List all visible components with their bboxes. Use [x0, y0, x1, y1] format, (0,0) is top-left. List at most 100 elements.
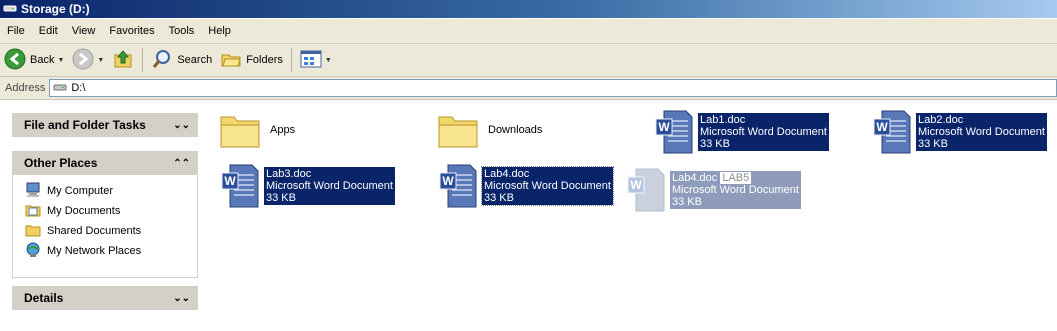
- file-view: Apps Downloads W Lab1.doc Microsoft Word…: [210, 100, 1057, 331]
- place-my-computer[interactable]: My Computer: [13, 181, 197, 201]
- file-name: Lab3.doc: [266, 168, 312, 180]
- file-name: Downloads: [488, 124, 543, 136]
- drive-icon: [3, 2, 17, 16]
- toolbar-separator: [142, 48, 144, 72]
- search-label: Search: [177, 54, 213, 66]
- place-label: Shared Documents: [47, 225, 142, 237]
- svg-text:W: W: [224, 174, 236, 188]
- word-document-icon: W: [650, 108, 698, 156]
- folders-icon: [220, 48, 242, 73]
- file-type: Microsoft Word Document: [266, 180, 393, 192]
- other-places-header[interactable]: Other Places ⌃⌃: [12, 151, 198, 175]
- drive-icon: [53, 82, 67, 95]
- file-size: 33 KB: [266, 192, 296, 204]
- menu-help[interactable]: Help: [201, 25, 238, 37]
- word-document-icon: W: [868, 108, 916, 156]
- file-item-downloads[interactable]: Downloads: [434, 106, 542, 154]
- expand-chevron-icon[interactable]: ⌄⌄: [173, 120, 190, 131]
- file-name: Lab4.doc: [484, 168, 530, 180]
- my-computer-icon: [25, 182, 41, 201]
- network-places-icon: [25, 242, 41, 261]
- up-folder-icon: [112, 48, 134, 73]
- back-arrow-icon: [4, 48, 26, 73]
- word-document-icon: W: [434, 162, 482, 210]
- up-button[interactable]: [108, 46, 138, 74]
- address-input[interactable]: D:\: [49, 79, 1057, 97]
- file-type: Microsoft Word Document: [918, 126, 1045, 138]
- search-button[interactable]: Search: [147, 46, 216, 74]
- place-label: My Network Places: [47, 245, 142, 257]
- file-type: Microsoft Word Document: [700, 126, 827, 138]
- file-name: Lab2.doc: [918, 114, 964, 126]
- menu-file[interactable]: File: [0, 25, 32, 37]
- file-item-lab2[interactable]: W Lab2.doc Microsoft Word Document 33 KB: [868, 108, 1047, 156]
- drag-ghost-item: W Lab4.doc LAB5 Microsoft Word Document …: [622, 166, 801, 214]
- file-caption: Lab3.doc Microsoft Word Document 33 KB: [264, 167, 395, 205]
- file-item-lab4[interactable]: W Lab4.doc Microsoft Word Document 33 KB: [434, 162, 614, 210]
- address-label: Address: [5, 82, 46, 94]
- forward-arrow-icon: [72, 48, 94, 73]
- title-bar[interactable]: Storage (D:): [0, 0, 1057, 18]
- menu-view[interactable]: View: [65, 25, 103, 37]
- menu-edit[interactable]: Edit: [32, 25, 65, 37]
- folder-icon: [434, 106, 482, 154]
- file-name: Lab4.doc: [672, 172, 718, 184]
- drag-overlay-label: LAB5: [720, 172, 752, 184]
- expand-chevron-icon[interactable]: ⌄⌄: [173, 293, 190, 304]
- file-item-lab1[interactable]: W Lab1.doc Microsoft Word Document 33 KB: [650, 108, 829, 156]
- menu-favorites[interactable]: Favorites: [102, 25, 161, 37]
- file-type: Microsoft Word Document: [672, 184, 799, 196]
- file-folder-tasks-header[interactable]: File and Folder Tasks ⌄⌄: [12, 113, 198, 137]
- file-folder-tasks-title: File and Folder Tasks: [24, 118, 146, 132]
- address-bar: Address D:\: [0, 77, 1057, 100]
- file-caption: Lab4.doc Microsoft Word Document 33 KB: [481, 166, 614, 206]
- file-item-lab3[interactable]: W Lab3.doc Microsoft Word Document 33 KB: [216, 162, 395, 210]
- file-item-apps[interactable]: Apps: [216, 106, 295, 154]
- menu-bar: File Edit View Favorites Tools Help: [0, 19, 1057, 44]
- file-size: 33 KB: [672, 196, 702, 208]
- file-caption: Lab2.doc Microsoft Word Document 33 KB: [916, 113, 1047, 151]
- folders-label: Folders: [246, 54, 283, 66]
- file-name: Lab1.doc: [700, 114, 746, 126]
- other-places-title: Other Places: [24, 156, 98, 170]
- place-my-documents[interactable]: My Documents: [13, 201, 197, 221]
- file-caption: Lab4.doc LAB5 Microsoft Word Document 33…: [670, 171, 801, 209]
- task-pane: File and Folder Tasks ⌄⌄ Other Places ⌃⌃…: [0, 100, 210, 331]
- back-label: Back: [30, 54, 55, 66]
- details-header[interactable]: Details ⌄⌄: [12, 286, 198, 310]
- folders-button[interactable]: Folders: [216, 46, 287, 74]
- place-label: My Computer: [47, 185, 114, 197]
- views-dropdown-icon[interactable]: ▼: [325, 57, 332, 64]
- back-dropdown-icon[interactable]: ▼: [57, 57, 64, 64]
- svg-text:W: W: [876, 120, 888, 134]
- other-places-list: My Computer My Documents Shared Document…: [12, 175, 198, 278]
- svg-text:W: W: [658, 120, 670, 134]
- menu-tools[interactable]: Tools: [162, 25, 202, 37]
- views-button[interactable]: ▼: [296, 46, 336, 74]
- svg-text:W: W: [442, 174, 454, 188]
- forward-dropdown-icon[interactable]: ▼: [97, 57, 104, 64]
- search-icon: [151, 48, 173, 73]
- place-my-network-places[interactable]: My Network Places: [13, 241, 197, 261]
- toolbar: Back ▼ ▼ Search Folders ▼: [0, 44, 1057, 77]
- address-value: D:\: [71, 82, 86, 94]
- toolbar-separator: [290, 48, 292, 72]
- collapse-chevron-icon[interactable]: ⌃⌃: [173, 158, 190, 169]
- window-title: Storage (D:): [21, 2, 90, 16]
- word-document-icon: W: [622, 166, 670, 214]
- file-caption: Lab1.doc Microsoft Word Document 33 KB: [698, 113, 829, 151]
- word-document-icon: W: [216, 162, 264, 210]
- place-label: My Documents: [47, 205, 121, 217]
- details-title: Details: [24, 291, 64, 305]
- folder-icon: [216, 106, 264, 154]
- my-documents-icon: [25, 202, 41, 221]
- file-name: Apps: [270, 124, 296, 136]
- file-size: 33 KB: [918, 138, 948, 150]
- forward-button[interactable]: ▼: [68, 46, 108, 74]
- place-shared-documents[interactable]: Shared Documents: [13, 221, 197, 241]
- svg-text:W: W: [630, 178, 642, 192]
- back-button[interactable]: Back ▼: [0, 46, 68, 74]
- file-type: Microsoft Word Document: [484, 180, 611, 192]
- file-size: 33 KB: [484, 192, 514, 204]
- file-size: 33 KB: [700, 138, 730, 150]
